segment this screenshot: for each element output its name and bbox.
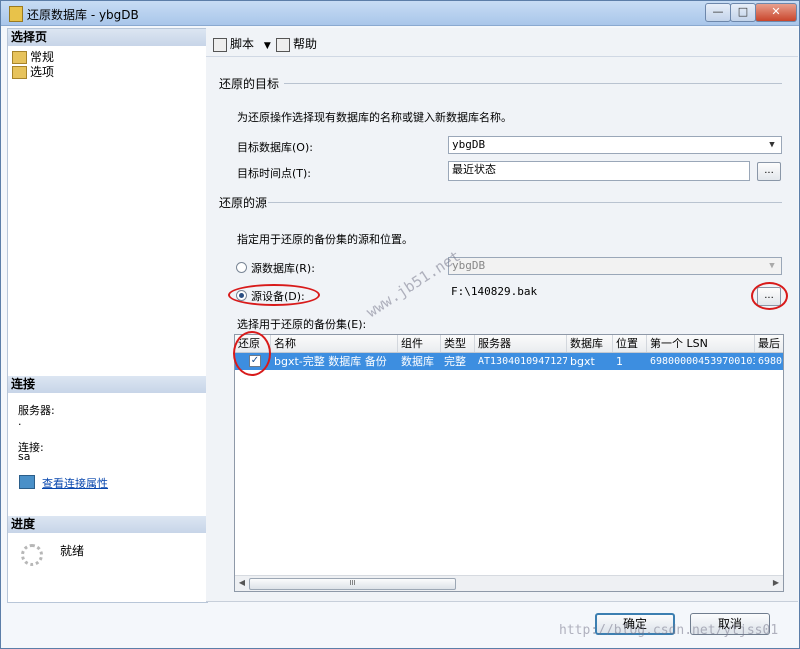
progress-status: 就绪 [60, 544, 85, 558]
scroll-right-icon[interactable]: ▶ [770, 577, 782, 589]
page-item-options[interactable]: 选项 [12, 63, 54, 80]
horizontal-scrollbar[interactable]: ◀ III ▶ [235, 575, 783, 591]
source-description: 指定用于还原的备份集的源和位置。 [237, 233, 413, 246]
script-button[interactable]: 脚本 ▼ [213, 35, 271, 52]
server-value: . [18, 415, 22, 428]
button-bar-divider [206, 601, 798, 602]
target-db-value: ybgDB [452, 138, 486, 151]
source-group-label: 还原的源 [219, 196, 268, 210]
from-device-value: F:\140829.bak [451, 285, 538, 298]
chevron-down-icon: ▼ [769, 261, 775, 271]
cell-last-lsn: 6980 [758, 356, 783, 367]
connection-value: sa [18, 450, 31, 463]
cell-position: 1 [616, 355, 623, 368]
page-item-label: 选项 [30, 65, 55, 79]
from-database-label: 源数据库(R): [251, 262, 315, 275]
scrollbar-thumb[interactable]: III [249, 578, 456, 590]
annotation-oval [751, 282, 788, 310]
watermark-footer: http://blog.csdn.net/ytjss01 [559, 623, 779, 638]
target-db-label: 目标数据库(O): [237, 141, 313, 154]
table-row[interactable]: ✓ bgxt-完整 数据库 备份 数据库 完整 AT1304010947127 … [235, 353, 783, 370]
page-item-label: 常规 [30, 50, 55, 64]
target-time-label: 目标时间点(T): [237, 167, 312, 180]
help-button[interactable]: 帮助 [276, 35, 317, 52]
minimize-button[interactable]: — [705, 3, 731, 22]
help-icon [276, 37, 290, 52]
chevron-down-icon[interactable]: ▼ [264, 41, 271, 51]
title-bar[interactable]: 还原数据库 - ybgDB — □ ✕ [1, 1, 799, 26]
target-time-browse-button[interactable]: ... [757, 162, 781, 181]
properties-icon [19, 475, 35, 489]
column-header[interactable]: 组件 [398, 335, 441, 352]
annotation-oval [233, 331, 271, 376]
column-header[interactable]: 类型 [441, 335, 475, 352]
close-button[interactable]: ✕ [755, 3, 797, 22]
backup-sets-grid[interactable]: 还原 名称 组件 类型 服务器 数据库 位置 第一个 LSN 最后 ✓ bgxt… [234, 334, 784, 592]
script-label: 脚本 [230, 37, 255, 51]
right-pane: 脚本 ▼ 帮助 还原的目标 为还原操作选择现有数据库的名称或键入新数据库名称。 … [206, 28, 798, 601]
connection-header: 连接 [8, 376, 207, 393]
view-connection-properties-link[interactable]: 查看连接属性 [42, 475, 108, 491]
from-device-field[interactable]: F:\140829.bak [448, 284, 748, 302]
restore-database-window: 还原数据库 - ybgDB — □ ✕ 选择页 常规 选项 连接 服务器: . … [0, 0, 800, 649]
maximize-button[interactable]: □ [730, 3, 756, 22]
cell-component: 数据库 [401, 355, 434, 368]
page-icon [12, 66, 27, 79]
cell-database: bgxt [570, 355, 595, 368]
progress-spinner-icon [21, 544, 43, 566]
target-db-dropdown[interactable]: ybgDB ▼ [448, 136, 782, 154]
grid-header: 还原 名称 组件 类型 服务器 数据库 位置 第一个 LSN 最后 [235, 335, 783, 353]
help-label: 帮助 [293, 37, 318, 51]
window-title: 还原数据库 - ybgDB [27, 8, 139, 22]
target-group-label: 还原的目标 [219, 77, 280, 91]
column-header[interactable]: 数据库 [567, 335, 613, 352]
cell-first-lsn: 698000004539700103 [650, 356, 755, 367]
annotation-oval [228, 284, 320, 306]
progress-header: 进度 [8, 516, 207, 533]
from-database-dropdown[interactable]: ybgDB ▼ [448, 257, 782, 275]
left-pane: 选择页 常规 选项 连接 服务器: . 连接: sa 查看连接属性 进度 就绪 [7, 28, 208, 603]
column-header[interactable]: 服务器 [475, 335, 567, 352]
column-header[interactable]: 位置 [613, 335, 647, 352]
from-database-radio[interactable] [236, 262, 247, 273]
server-label: 服务器: [18, 404, 55, 417]
select-page-header: 选择页 [8, 29, 207, 46]
column-header[interactable]: 名称 [271, 335, 398, 352]
target-description: 为还原操作选择现有数据库的名称或键入新数据库名称。 [237, 111, 512, 124]
group-divider [284, 83, 782, 84]
column-header[interactable]: 第一个 LSN [647, 335, 755, 352]
cell-server: AT1304010947127 [478, 356, 567, 367]
cell-type: 完整 [444, 355, 466, 368]
database-icon [9, 6, 23, 22]
column-header[interactable]: 最后 [755, 335, 783, 352]
target-time-field[interactable]: 最近状态 [448, 161, 750, 181]
cell-name: bgxt-完整 数据库 备份 [274, 355, 387, 368]
backup-sets-label: 选择用于还原的备份集(E): [237, 318, 367, 331]
script-icon [213, 37, 227, 52]
chevron-down-icon[interactable]: ▼ [765, 138, 779, 152]
target-time-value: 最近状态 [452, 163, 496, 176]
scrollbar-grip: III [349, 579, 356, 587]
toolbar: 脚本 ▼ 帮助 [206, 28, 798, 57]
group-divider [268, 202, 782, 203]
scroll-left-icon[interactable]: ◀ [236, 577, 248, 589]
